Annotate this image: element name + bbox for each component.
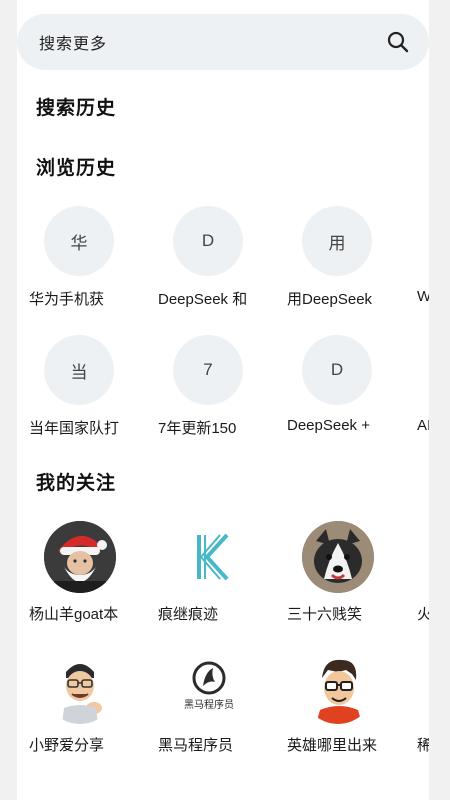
husky-dog-avatar xyxy=(302,521,374,593)
follow-name: 黑马程序员 xyxy=(158,737,234,754)
browse-item-title: 7年更新150 xyxy=(158,420,237,437)
browse-item[interactable]: W xyxy=(404,206,429,316)
page-container: 搜索更多 搜索历史 浏览历史 我的关注 华 华为手机获 D DeepSeek 和… xyxy=(17,0,429,800)
browse-item[interactable]: 7 7年更新150 xyxy=(146,335,286,445)
follow-item[interactable]: 痕继痕迹 xyxy=(146,521,286,631)
browse-item-title: AI xyxy=(417,417,429,434)
follow-name: 火 xyxy=(417,606,429,623)
search-input[interactable]: 搜索更多 xyxy=(39,30,385,54)
browse-item-title: DeepSeek 和 xyxy=(158,291,248,308)
search-history-title: 搜索历史 xyxy=(36,98,117,119)
browse-item-thumb: D xyxy=(302,335,372,405)
browse-item-thumb: 当 xyxy=(44,335,114,405)
follow-item[interactable]: 小野爱分享 xyxy=(17,652,157,762)
browse-item-title: 当年国家队打 xyxy=(29,420,120,437)
follow-item[interactable]: 英雄哪里出来 xyxy=(275,652,415,762)
follow-item[interactable]: 杨山羊goat本 xyxy=(17,521,157,631)
search-icon[interactable] xyxy=(385,29,411,55)
follow-name: 英雄哪里出来 xyxy=(287,737,378,754)
follow-item[interactable]: 火 xyxy=(404,521,429,631)
follow-name: 三十六贱笑 xyxy=(287,606,363,623)
browse-item[interactable]: AI xyxy=(404,335,429,445)
follow-name: 稀 xyxy=(417,737,429,754)
left-screen-edge xyxy=(0,0,17,800)
santa-avatar xyxy=(44,521,116,593)
browse-item-title: W xyxy=(417,288,429,305)
following-title: 我的关注 xyxy=(36,473,117,494)
cartoon-man-avatar xyxy=(44,652,116,724)
browse-item-title: DeepSeek + xyxy=(287,417,370,434)
follow-item[interactable]: 稀 xyxy=(404,652,429,762)
heima-logo-text: 黑马程序员 xyxy=(184,698,234,711)
follow-name: 痕继痕迹 xyxy=(158,606,219,623)
browse-item[interactable]: 当 当年国家队打 xyxy=(17,335,157,445)
browse-item[interactable]: 用 用DeepSeek xyxy=(275,206,415,316)
browse-item[interactable]: D DeepSeek 和 xyxy=(146,206,286,316)
follow-name: 杨山羊goat本 xyxy=(29,606,119,623)
k-logo-avatar xyxy=(173,521,245,593)
right-screen-edge xyxy=(429,0,450,800)
browse-history-title: 浏览历史 xyxy=(36,158,117,179)
glasses-man-avatar xyxy=(302,652,374,724)
browse-item-thumb: 华 xyxy=(44,206,114,276)
follow-name: 小野爱分享 xyxy=(29,737,105,754)
browse-item-title: 华为手机获 xyxy=(29,291,105,308)
browse-item-thumb: D xyxy=(173,206,243,276)
browse-item-title: 用DeepSeek xyxy=(287,291,373,308)
browse-item-thumb: 用 xyxy=(302,206,372,276)
heima-logo-avatar: 黑马程序员 xyxy=(173,652,245,724)
browse-item-thumb: 7 xyxy=(173,335,243,405)
follow-item[interactable]: 三十六贱笑 xyxy=(275,521,415,631)
browse-item[interactable]: D DeepSeek + xyxy=(275,335,415,445)
search-bar[interactable]: 搜索更多 xyxy=(17,14,429,70)
follow-item[interactable]: 黑马程序员 黑马程序员 xyxy=(146,652,286,762)
browse-item[interactable]: 华 华为手机获 xyxy=(17,206,157,316)
